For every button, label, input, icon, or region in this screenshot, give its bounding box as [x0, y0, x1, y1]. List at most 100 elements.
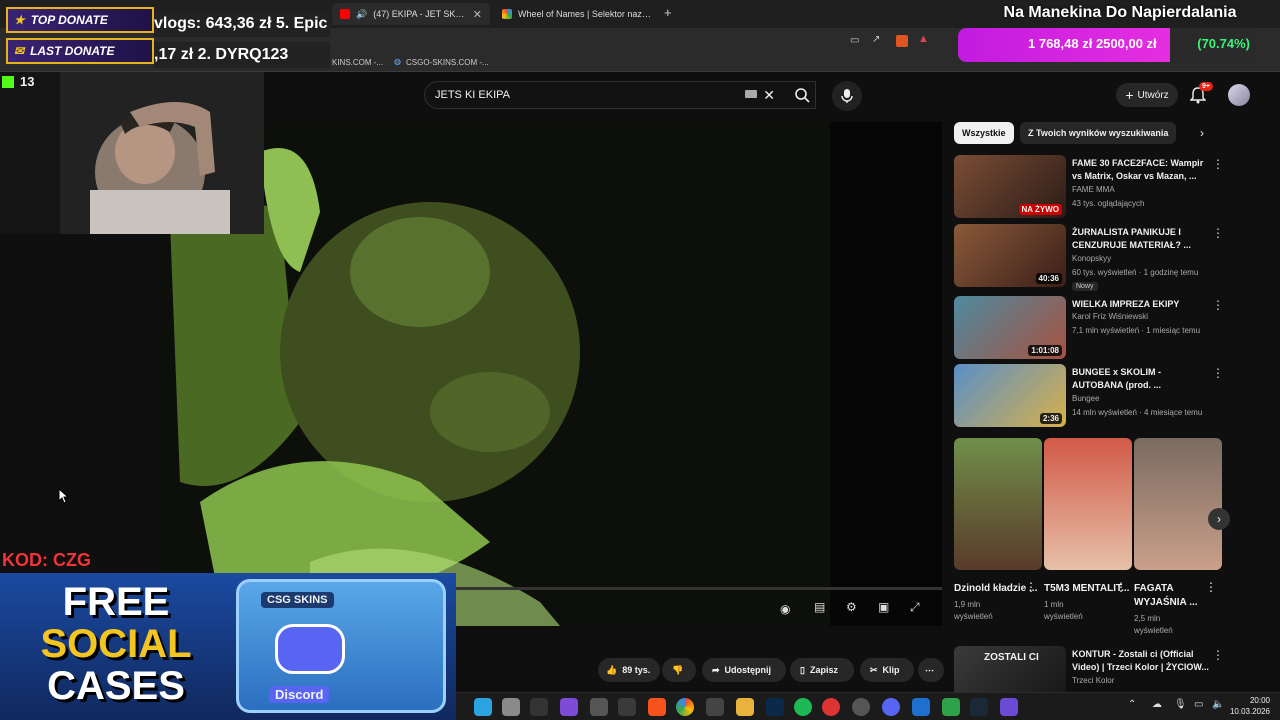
recommendation-item[interactable]: 40:36 ŻURNALISTA PANIKUJE I CENZURUJE MA… — [954, 224, 1224, 291]
recommendation-item[interactable]: 1:01:08 WIELKA IMPREZA EKIPY Karol Friz … — [954, 296, 1224, 360]
keyboard-icon[interactable] — [745, 90, 757, 98]
more-options-icon[interactable]: ⋮ — [1205, 580, 1217, 594]
more-options-icon[interactable]: ⋮ — [1212, 298, 1224, 312]
short-thumbnail — [954, 438, 1042, 570]
recommendation-item[interactable]: NA ŻYWO FAME 30 FACE2FACE: Wampir vs Mat… — [954, 155, 1224, 219]
share-button[interactable]: ➦ Udostępnij — [702, 658, 786, 682]
telegram-icon[interactable] — [474, 698, 492, 716]
webcam-overlay — [0, 72, 264, 234]
close-tab-icon[interactable]: ✕ — [473, 8, 482, 21]
bookmark-item[interactable]: KINS.COM -... — [332, 58, 383, 67]
thumbnail-text: ZOSTALI CI — [984, 652, 1039, 663]
app-icon[interactable] — [706, 698, 724, 716]
share-icon[interactable]: ↗ — [872, 34, 880, 45]
clock-time: 20:00 — [1249, 696, 1270, 705]
tray-chevron-icon[interactable]: ⌃ — [1128, 699, 1136, 710]
system-clock[interactable]: 20:00 10.03.2026 — [1230, 695, 1270, 717]
plus-icon[interactable]: + — [664, 5, 672, 20]
app-icon[interactable] — [822, 698, 840, 716]
goal-title: Na Manekina Do Napierdalania — [1003, 4, 1237, 21]
photoshop-icon[interactable] — [766, 698, 784, 716]
short-views-label: wyświetleń — [954, 612, 993, 621]
short-item[interactable]: T5M3 MENTALIT... 1 mln wyświetleń — [1044, 438, 1132, 623]
fullscreen-icon[interactable]: ⤢ — [910, 600, 920, 615]
recommendation-item[interactable]: ZOSTALI CI KONTUR - Zostali ci (Official… — [954, 646, 1224, 692]
video-title: FAME 30 FACE2FACE: Wampir vs Matrix, Osk… — [1072, 158, 1204, 181]
steam-icon[interactable] — [970, 698, 988, 716]
app-icon[interactable] — [942, 698, 960, 716]
short-item[interactable]: Dzinold kładzie ... 1,9 mln wyświetleń — [954, 438, 1042, 623]
create-button[interactable]: + Utwórz — [1116, 83, 1178, 107]
donation-widget: ★ TOP DONATE vlogs: 643,36 zł 5. Epic ✉ … — [0, 4, 332, 68]
bookmark-item[interactable]: CSGO-SKINS.COM -... — [406, 58, 489, 67]
notifications-button[interactable]: 9+ — [1189, 82, 1213, 106]
chrome-icon[interactable] — [676, 698, 694, 716]
app-icon[interactable] — [912, 698, 930, 716]
camera-icon[interactable] — [502, 698, 520, 716]
capcut-icon[interactable] — [618, 698, 636, 716]
chevron-right-icon[interactable]: › — [1200, 126, 1204, 140]
more-options-icon[interactable]: ⋮ — [1115, 580, 1127, 594]
rewards-icon[interactable]: ▲ — [918, 33, 929, 45]
cast-icon[interactable]: ▭ — [850, 35, 859, 46]
short-views-label: wyświetleń — [1134, 626, 1173, 635]
search-button[interactable] — [784, 81, 820, 109]
viewer-count: 13 — [2, 74, 34, 89]
subtitles-icon[interactable]: ▤ — [814, 600, 825, 614]
microphone-icon — [841, 89, 853, 103]
autoplay-toggle-icon[interactable]: ◉ — [780, 602, 790, 616]
search-input[interactable]: JETS KI EKIPA ✕ — [424, 81, 816, 109]
mic-tray-icon[interactable]: 🎙 — [1174, 699, 1187, 710]
more-options-icon[interactable]: ⋮ — [1212, 648, 1224, 662]
clip-button[interactable]: ✂ Klip — [860, 658, 914, 682]
brave-shield-icon[interactable] — [896, 35, 908, 47]
more-actions-button[interactable]: ⋯ — [918, 658, 944, 682]
chip-all[interactable]: Wszystkie — [954, 122, 1014, 144]
app-icon[interactable] — [852, 698, 870, 716]
tab-ekipa[interactable]: 🔊 (47) EKIPA - JET SKI (Kostek, J... ✕ — [332, 3, 490, 25]
discord-icon[interactable] — [882, 698, 900, 716]
obs-icon[interactable] — [530, 698, 548, 716]
share-arrow-icon: ➦ — [712, 664, 720, 675]
bookmark-icon: ▯ — [800, 664, 805, 675]
miniplayer-icon[interactable]: ▣ — [878, 600, 889, 614]
settings-gear-icon[interactable]: ⚙ — [846, 600, 857, 614]
video-meta: 43 tys. oglądających — [1072, 199, 1145, 208]
app-icon[interactable] — [1000, 698, 1018, 716]
tab-label: Wheel of Names | Selektor nazw losowych — [518, 9, 652, 19]
goal-progress-bar: 1 768,48 zł 2500,00 zł (70.74%) — [958, 28, 1258, 62]
shorts-next-button[interactable]: › — [1208, 508, 1230, 530]
clear-search-icon[interactable]: ✕ — [763, 87, 775, 104]
short-views: 1 mln — [1044, 600, 1064, 609]
brave-icon[interactable] — [648, 698, 666, 716]
chevron-right-icon: › — [1217, 512, 1221, 526]
short-views-label: wyświetleń — [1044, 612, 1083, 621]
tab-wheel-of-names[interactable]: Wheel of Names | Selektor nazw losowych — [494, 3, 660, 25]
voice-search-button[interactable] — [832, 81, 862, 111]
save-button[interactable]: ▯ Zapisz — [790, 658, 854, 682]
more-options-icon[interactable]: ⋮ — [1025, 580, 1037, 594]
more-options-icon[interactable]: ⋮ — [1212, 157, 1224, 171]
dislike-button[interactable]: 👎 — [662, 658, 696, 682]
short-item[interactable]: FAGATA WYJAŚNIA ... 2,5 mln wyświetleń — [1134, 438, 1222, 637]
network-icon[interactable]: ▭ — [1194, 699, 1203, 710]
video-meta: 60 tys. wyświetleń · 1 godzinę temu — [1072, 268, 1199, 277]
recommendation-item[interactable]: 2:36 BUNGEE x SKOLIM - AUTOBANA (prod. .… — [954, 364, 1224, 428]
more-options-icon[interactable]: ⋮ — [1212, 226, 1224, 240]
chip-from-search[interactable]: Z Twoich wyników wyszukiwania — [1020, 122, 1177, 144]
cloud-icon[interactable]: ☁ — [1152, 699, 1162, 710]
last-donate-value: ,17 zł 2. DYRQ123 — [154, 42, 330, 68]
more-options-icon[interactable]: ⋮ — [1212, 366, 1224, 380]
last-donate-tag: ✉ LAST DONATE — [6, 38, 154, 64]
avatar[interactable] — [1228, 84, 1250, 106]
clip-label: Klip — [882, 665, 900, 675]
app-icon[interactable] — [590, 698, 608, 716]
video-player[interactable]: ◉ ▤ ⚙ ▣ ⤢ — [160, 122, 942, 626]
webcam-feed — [0, 72, 264, 234]
app-icon[interactable] — [560, 698, 578, 716]
like-button[interactable]: 👍 89 tys. — [598, 658, 660, 682]
volume-icon[interactable]: 🔈 — [1212, 699, 1224, 710]
spotify-icon[interactable] — [794, 698, 812, 716]
folder-icon[interactable] — [736, 698, 754, 716]
channel-name: Karol Friz Wiśniewski — [1072, 312, 1149, 321]
